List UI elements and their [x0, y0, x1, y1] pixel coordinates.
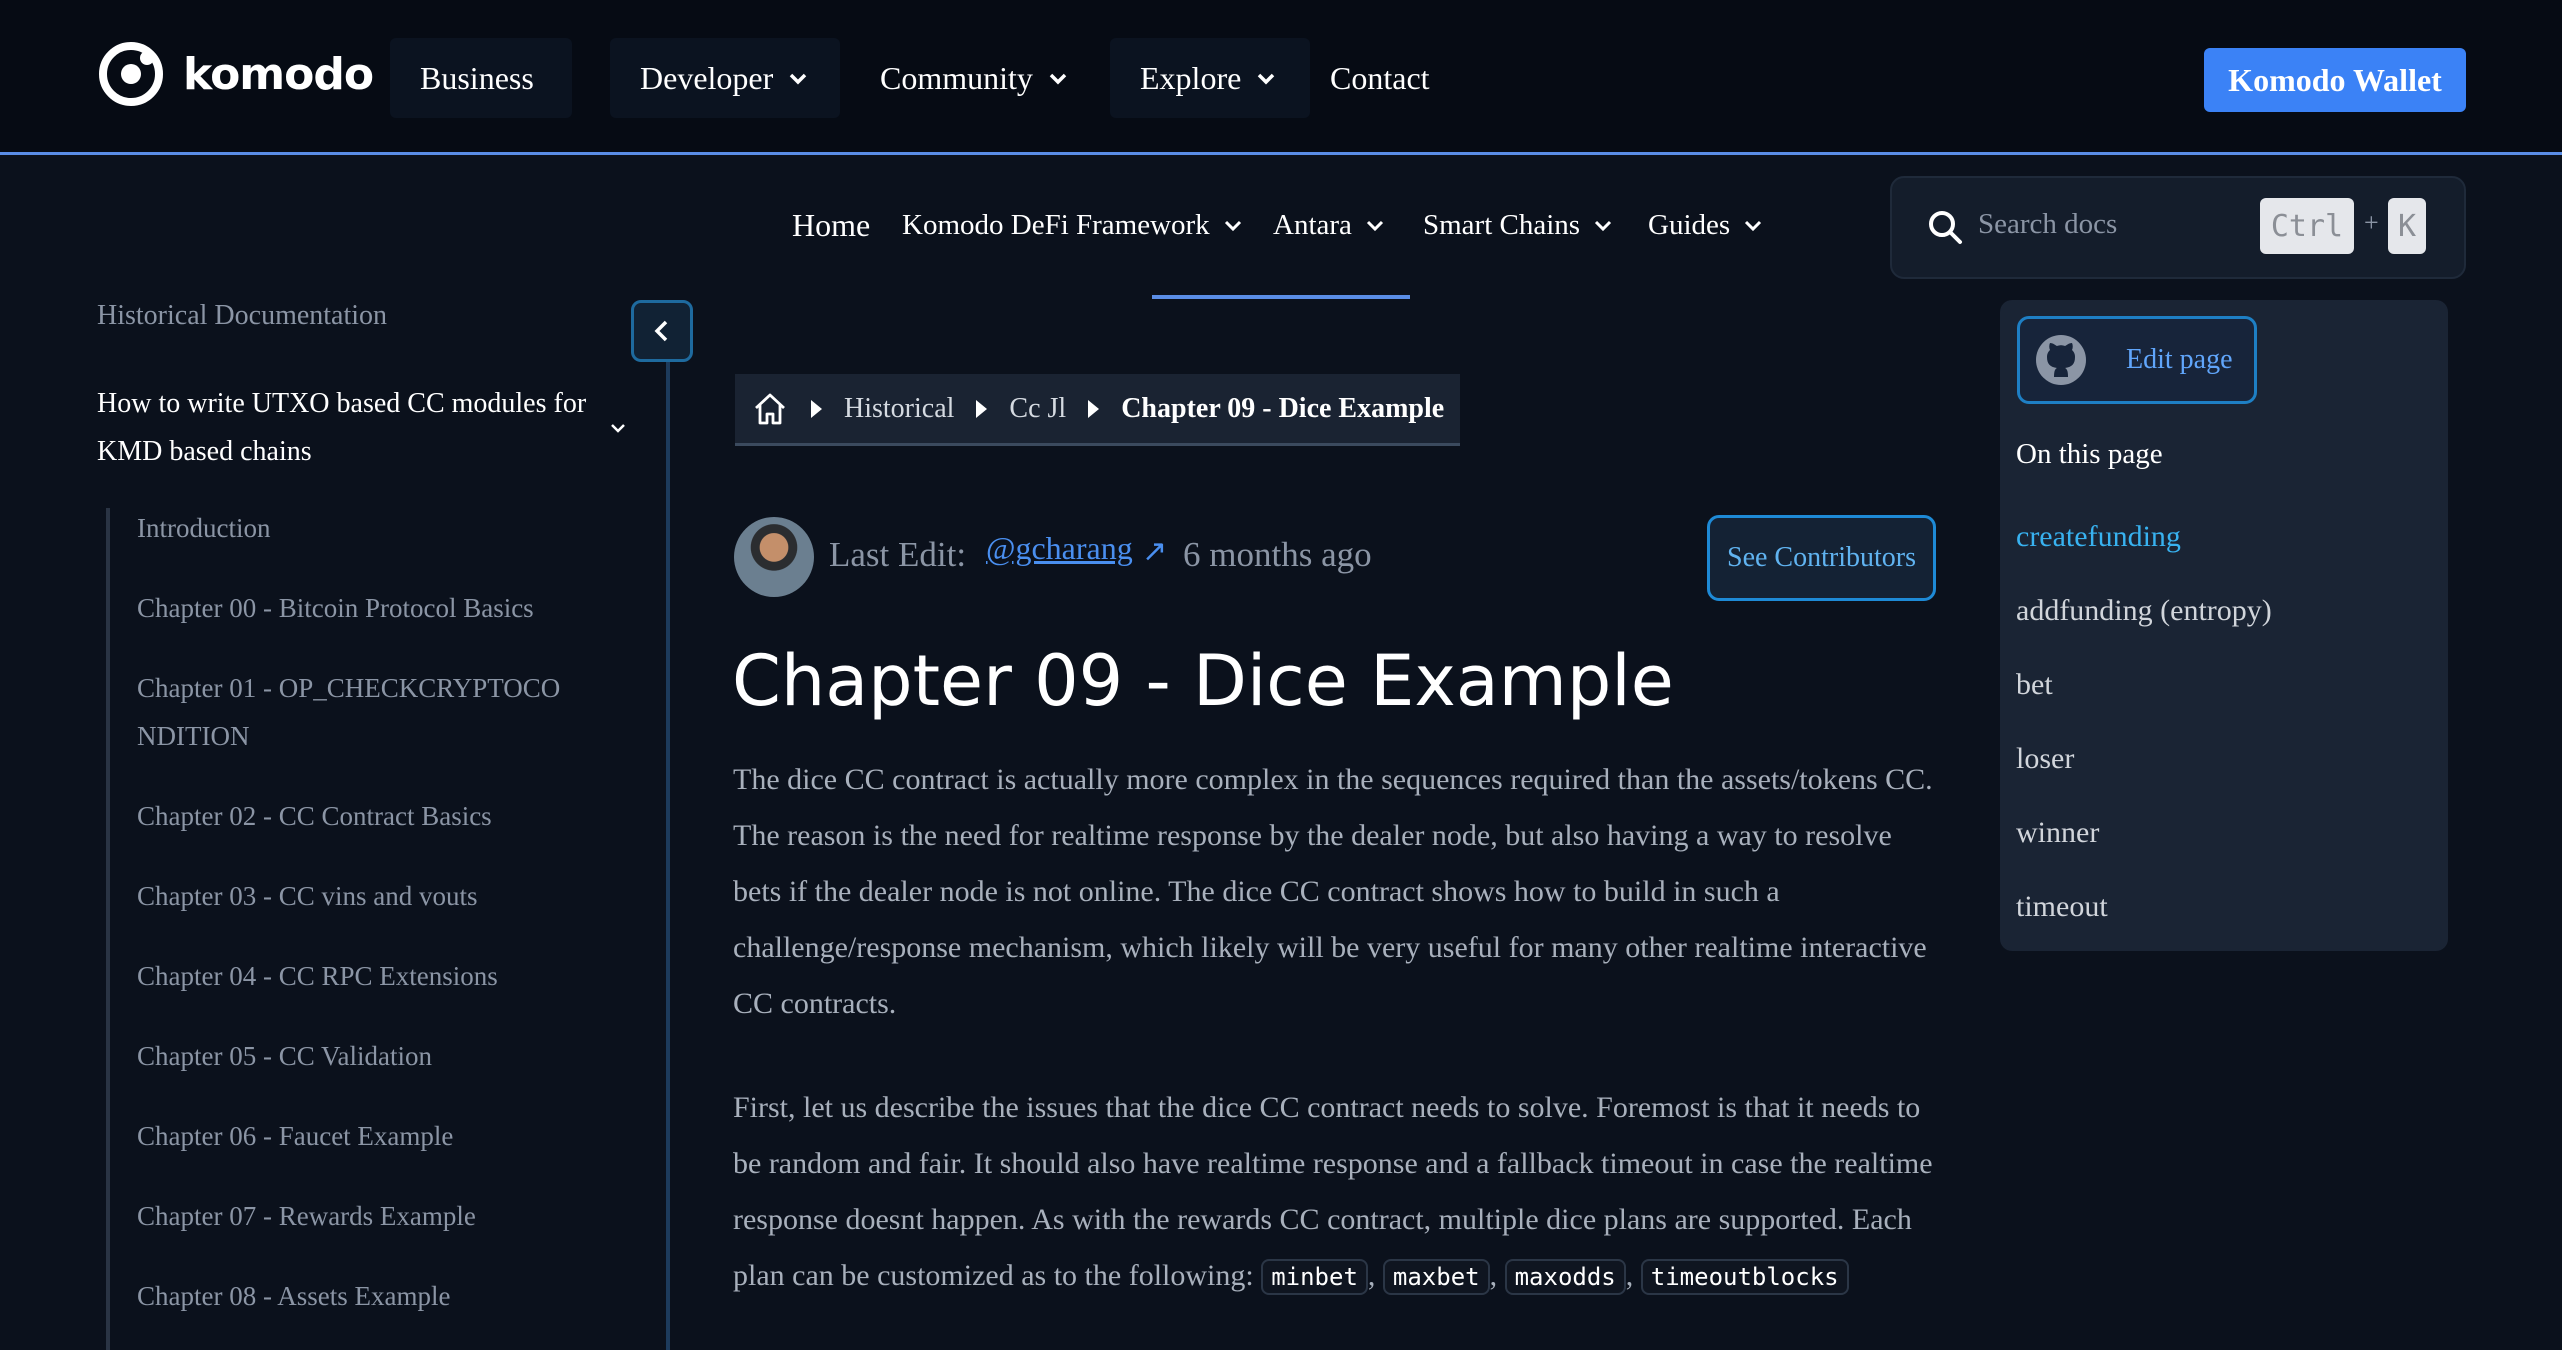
logo-text: komodo — [183, 48, 374, 100]
active-tab-indicator — [1152, 295, 1410, 299]
github-icon — [2036, 335, 2086, 385]
see-contributors-button[interactable]: See Contributors — [1707, 515, 1936, 601]
toc-item-winner[interactable]: winner — [2016, 816, 2099, 850]
code-maxbet: maxbet — [1382, 1259, 1490, 1295]
breadcrumb: Historical Cc Jl Chapter 09 - Dice Examp… — [735, 374, 1461, 446]
nav-community[interactable]: Community — [850, 38, 1100, 118]
sidebar-item-chapter-00[interactable]: Chapter 00 - Bitcoin Protocol Basics — [137, 584, 607, 632]
toc-item-bet[interactable]: bet — [2016, 668, 2053, 702]
sidebar-section[interactable]: How to write UTXO based CC modules for K… — [97, 380, 617, 476]
sidebar-tree-line — [106, 508, 110, 1350]
kbd-plus: + — [2364, 208, 2379, 237]
chevron-down-icon — [1224, 220, 1241, 232]
comma: , — [1489, 1259, 1498, 1292]
nav-developer-label: Developer — [640, 59, 774, 96]
breadcrumb-cc-jl[interactable]: Cc Jl — [1009, 393, 1066, 425]
subnav-home-label: Home — [792, 206, 871, 243]
toc-item-timeout[interactable]: timeout — [2016, 890, 2108, 924]
kbd-k: K — [2388, 198, 2426, 254]
sidebar-item-chapter-04[interactable]: Chapter 04 - CC RPC Extensions — [137, 952, 607, 1000]
author-avatar — [734, 517, 814, 597]
subnav-guides-label: Guides — [1648, 208, 1731, 241]
nav-contact-label: Contact — [1330, 59, 1430, 96]
edit-page-button[interactable]: Edit page — [2017, 316, 2257, 404]
toc-item-addfunding[interactable]: addfunding (entropy) — [2016, 594, 2272, 628]
chevron-down-icon — [1366, 220, 1383, 232]
komodo-logo[interactable]: komodo — [97, 40, 374, 108]
subnav-guides[interactable]: Guides — [1648, 200, 1764, 250]
edit-page-label: Edit page — [2126, 344, 2233, 375]
chevron-down-icon — [1049, 73, 1067, 85]
breadcrumb-current: Chapter 09 - Dice Example — [1121, 392, 1445, 424]
search-icon — [1929, 211, 1962, 244]
komodo-logo-icon — [99, 42, 163, 106]
chevron-down-icon — [1595, 220, 1612, 232]
sidebar-item-chapter-05[interactable]: Chapter 05 - CC Validation — [137, 1032, 607, 1080]
last-edit-time: 6 months ago — [1183, 535, 1372, 574]
sidebar-item-chapter-07[interactable]: Chapter 07 - Rewards Example — [137, 1192, 607, 1240]
subnav-smart-chains-label: Smart Chains — [1423, 208, 1581, 241]
breadcrumb-historical[interactable]: Historical — [844, 393, 954, 425]
subnav-defi-framework-label: Komodo DeFi Framework — [902, 208, 1210, 241]
top-navbar: komodo Business Developer Community Expl… — [0, 0, 2562, 155]
chevron-left-icon — [654, 320, 668, 342]
nav-contact[interactable]: Contact — [1300, 38, 1460, 118]
code-minbet: minbet — [1261, 1259, 1368, 1295]
breadcrumb-separator-icon — [811, 399, 822, 418]
search-placeholder: Search docs — [1978, 208, 2118, 240]
subnav-antara[interactable]: Antara — [1273, 200, 1386, 250]
chevron-down-icon — [1745, 220, 1762, 232]
last-edit-label: Last Edit: — [829, 535, 967, 574]
search-docs-input[interactable]: Search docs Ctrl + K — [1890, 176, 2466, 279]
chevron-down-icon — [1258, 73, 1275, 85]
code-maxodds: maxodds — [1504, 1259, 1626, 1295]
collapse-sidebar-button[interactable] — [631, 300, 693, 362]
subnav-antara-label: Antara — [1273, 208, 1352, 241]
subnav-defi-framework[interactable]: Komodo DeFi Framework — [902, 200, 1244, 250]
sidebar-section-label: How to write UTXO based CC modules for K… — [97, 388, 587, 467]
nav-explore-label: Explore — [1140, 59, 1242, 96]
author-link[interactable]: @gcharang — [986, 530, 1133, 567]
sidebar-title[interactable]: Historical Documentation — [97, 300, 387, 332]
sidebar-divider[interactable] — [666, 328, 670, 1350]
sidebar-item-chapter-03[interactable]: Chapter 03 - CC vins and vouts — [137, 872, 607, 920]
nav-business[interactable]: Business — [390, 38, 572, 118]
toc-item-createfunding[interactable]: createfunding — [2016, 520, 2181, 554]
komodo-wallet-button[interactable]: Komodo Wallet — [2204, 48, 2466, 112]
toc-title: On this page — [2016, 438, 2163, 470]
code-timeoutblocks: timeoutblocks — [1640, 1259, 1849, 1295]
page-title: Chapter 09 - Dice Example — [732, 640, 1674, 722]
nav-explore[interactable]: Explore — [1110, 38, 1310, 118]
comma: , — [1367, 1259, 1376, 1292]
chevron-down-icon — [790, 73, 807, 85]
nav-business-label: Business — [420, 59, 534, 96]
subnav-smart-chains[interactable]: Smart Chains — [1423, 200, 1614, 250]
nav-developer[interactable]: Developer — [610, 38, 840, 118]
home-icon[interactable] — [751, 390, 789, 428]
chevron-down-icon[interactable] — [608, 418, 628, 438]
breadcrumb-separator-icon — [1088, 399, 1100, 418]
sidebar-item-chapter-06[interactable]: Chapter 06 - Faucet Example — [137, 1112, 607, 1160]
paragraph-issues: First, let us describe the issues that t… — [733, 1080, 1943, 1305]
toc-item-loser[interactable]: loser — [2016, 742, 2074, 776]
sidebar-item-chapter-02[interactable]: Chapter 02 - CC Contract Basics — [137, 792, 607, 840]
external-link-icon: ↗ — [1142, 535, 1168, 568]
kbd-ctrl: Ctrl — [2260, 198, 2354, 254]
sidebar-item-introduction[interactable]: Introduction — [137, 504, 607, 552]
paragraph-intro: The dice CC contract is actually more co… — [733, 763, 1933, 1020]
subnav-home[interactable]: Home — [792, 200, 870, 250]
breadcrumb-separator-icon — [976, 399, 988, 418]
nav-community-label: Community — [880, 59, 1033, 96]
sidebar-item-chapter-08[interactable]: Chapter 08 - Assets Example — [137, 1272, 607, 1320]
comma: , — [1625, 1259, 1634, 1292]
sidebar-item-chapter-01[interactable]: Chapter 01 - OP_CHECKCRYPTOCONDITION — [137, 664, 577, 760]
